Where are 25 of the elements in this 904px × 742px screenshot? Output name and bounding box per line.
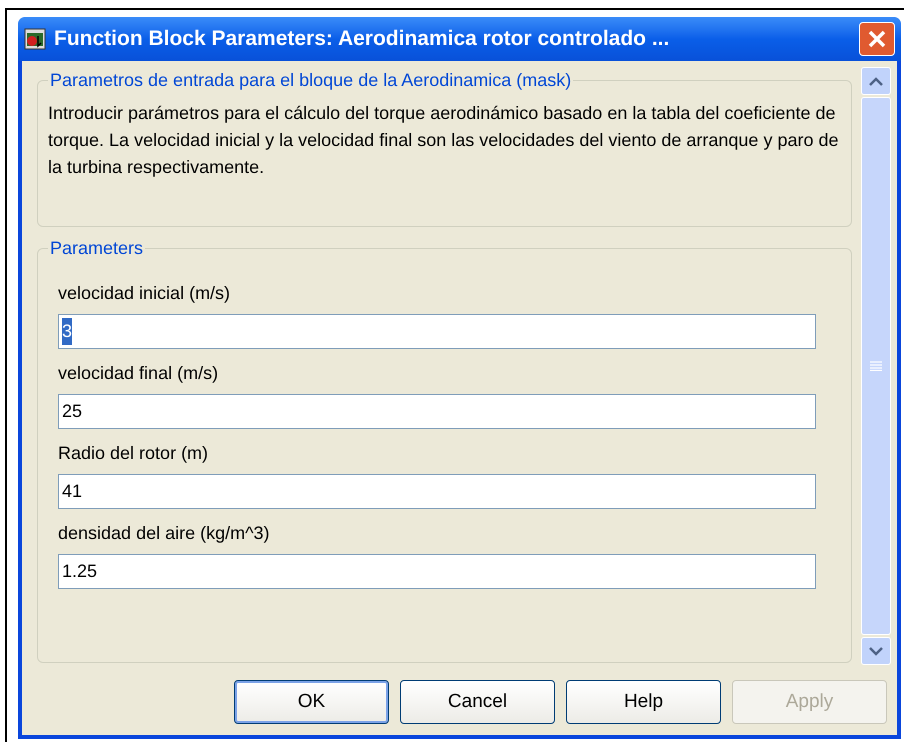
scroll-up-button[interactable] (861, 67, 891, 95)
group-title: Parametros de entrada para el bloque de la Aerodinamica (mask) (49, 69, 572, 92)
input-field[interactable]: 41 (58, 474, 816, 509)
description-text: Introducir parámetros para el cálculo del torque aerodinámico basado en la tabla del coeficiente de torque. La velocidad inicial y la velocidad final son las velocidades del viento de arranque y paro de la turbina respectivamente. (48, 102, 840, 179)
scroll-down-button[interactable] (861, 637, 891, 665)
group-title: Parameters (49, 237, 144, 260)
field-label: densidad del aire (kg/m^3) (58, 522, 271, 545)
field-value: 25 (62, 400, 82, 423)
dialog-button[interactable]: Cancel (400, 680, 555, 724)
block-icon (24, 28, 46, 50)
field-label: Radio del rotor (m) (58, 442, 210, 465)
input-field[interactable]: 3 (58, 314, 816, 349)
input-field[interactable]: 1.25 (58, 554, 816, 589)
field-value: 1.25 (62, 560, 98, 583)
close-button[interactable] (859, 22, 895, 56)
close-icon (867, 29, 887, 49)
grip-icon (870, 361, 882, 371)
field-label: velocidad final (m/s) (58, 362, 220, 385)
field-value: 3 (62, 318, 72, 345)
dialog-button[interactable]: OK (234, 680, 389, 724)
input-field[interactable]: 25 (58, 394, 816, 429)
dialog-button[interactable]: Help (566, 680, 721, 724)
field-label: velocidad inicial (m/s) (58, 282, 232, 305)
field-value: 41 (62, 480, 82, 503)
window-title: Function Block Parameters: Aerodinamica rotor controlado ... (54, 26, 670, 52)
